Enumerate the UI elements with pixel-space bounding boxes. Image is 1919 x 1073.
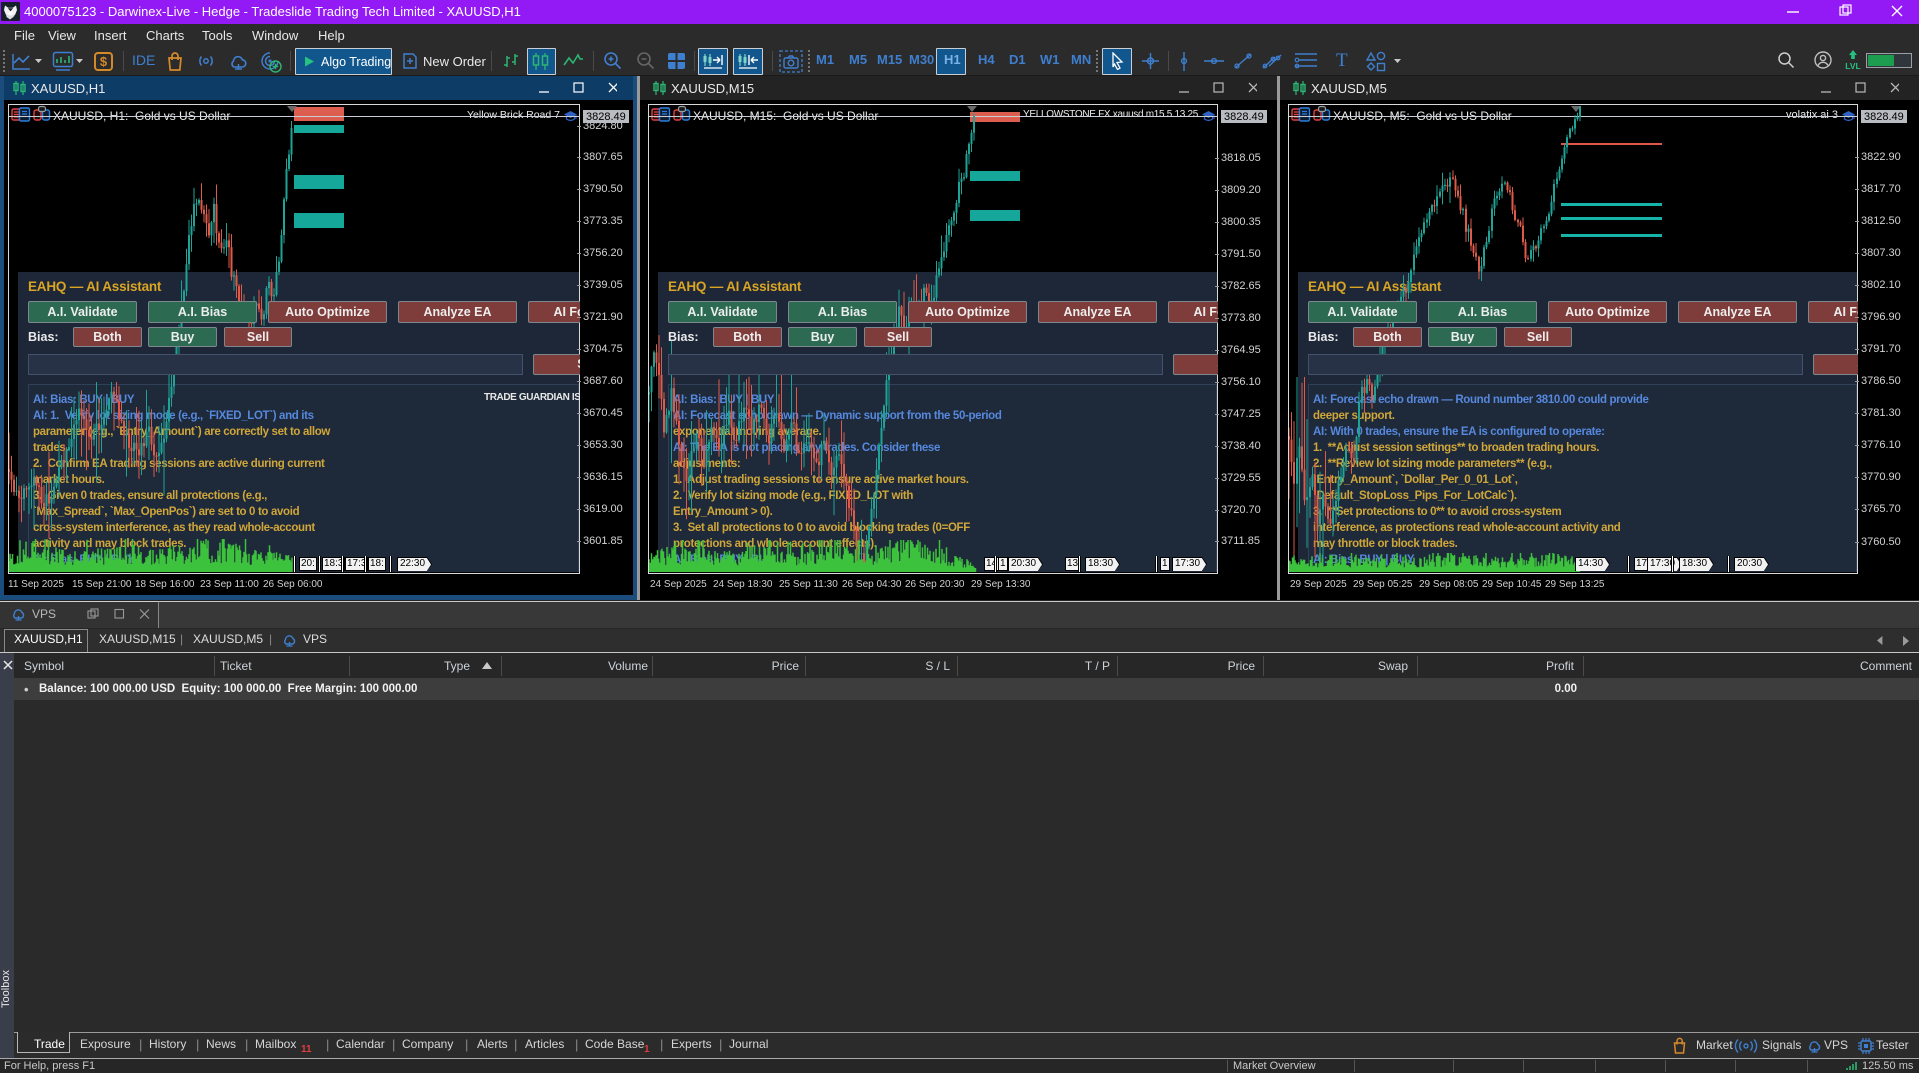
svg-text:$: $ — [100, 54, 108, 69]
svg-text:LVL: LVL — [1845, 61, 1860, 71]
